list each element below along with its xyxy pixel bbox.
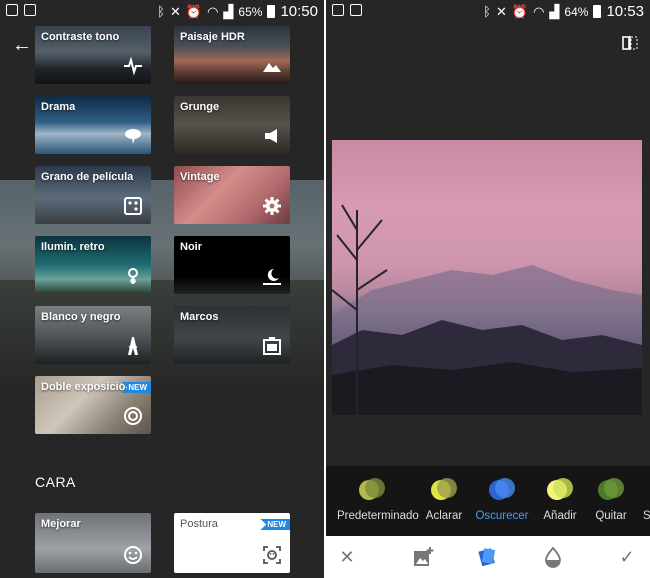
mute-icon: ✕ [495, 4, 507, 19]
blend-option-default[interactable]: Predeterminado [337, 478, 419, 522]
swatch-b [553, 478, 573, 498]
filter-tile-drama[interactable]: Drama [35, 96, 151, 154]
shop-icon [350, 4, 362, 16]
status-bar: ᛒ ✕ ⏰ ◠ ▟ 64% 10:53 [326, 0, 650, 22]
new-badge: NEW [260, 519, 290, 530]
add-image-icon[interactable] [412, 546, 434, 568]
photo-preview[interactable] [332, 140, 642, 415]
blend-option-partial[interactable]: S [615, 478, 650, 522]
alarm-icon: ⏰ [185, 4, 203, 19]
filter-tile-bw[interactable]: Blanco y negro [35, 306, 151, 364]
signal-icon: ▟ [223, 4, 234, 19]
alarm-icon: ⏰ [511, 4, 529, 19]
battery-percent: 65% [238, 4, 263, 19]
swatch-b [365, 478, 385, 498]
clock: 10:50 [280, 3, 318, 20]
confirm-check-icon[interactable]: ✓ [616, 546, 638, 568]
blend-swatch [431, 478, 457, 502]
battery-icon [593, 5, 602, 18]
filter-tile-retrolux[interactable]: Ilumin. retro [35, 236, 151, 294]
blend-mode-tray: Predeterminado Aclarar Oscurecer Añadir … [326, 466, 650, 536]
bluetooth-icon: ᛒ [483, 4, 491, 19]
wifi-icon: ◠ [207, 4, 219, 19]
opacity-drop-icon[interactable] [542, 546, 564, 568]
mountain-icon [263, 63, 281, 72]
bottom-toolbar: ✕ ✓ [326, 536, 650, 578]
mute-icon: ✕ [169, 4, 181, 19]
blend-swatch [547, 478, 573, 502]
filter-tile-pose[interactable]: Postura NEW [174, 513, 290, 573]
filter-label: Vintage [180, 171, 220, 183]
notification-icon [6, 4, 18, 16]
blend-option-label: Predeterminado [337, 510, 419, 522]
filter-tile-grunge[interactable]: Grunge [174, 96, 290, 154]
swatch-b [437, 478, 457, 498]
filter-tile-hdr[interactable]: Paisaje HDR [174, 26, 290, 84]
battery-icon [267, 5, 276, 18]
filter-label: Marcos [180, 311, 219, 323]
pulse-icon [124, 56, 142, 76]
smile-icon [124, 546, 142, 564]
clock: 10:53 [606, 3, 644, 20]
compare-icon[interactable] [622, 36, 638, 50]
megaphone-icon [265, 129, 277, 143]
filter-tile-enhance[interactable]: Mejorar [35, 513, 151, 573]
left-screen: ᛒ ✕ ⏰ ◠ ▟ 65% 10:50 ← Contraste tono Pai… [0, 0, 324, 578]
shop-icon [24, 4, 36, 16]
cloud-lightning-icon [125, 129, 141, 144]
status-bar: ᛒ ✕ ⏰ ◠ ▟ 65% 10:50 [0, 0, 324, 22]
filter-label: Drama [41, 101, 76, 113]
filter-tile-vintage[interactable]: Vintage [174, 166, 290, 224]
wifi-icon: ◠ [533, 4, 545, 19]
filter-label: Postura [180, 518, 218, 530]
battery-percent: 64% [564, 4, 589, 19]
moon-icon [263, 268, 281, 285]
filter-label: Paisaje HDR [180, 31, 245, 43]
close-icon[interactable]: ✕ [336, 546, 358, 568]
frame-icon [263, 337, 281, 355]
filter-label: Grunge [180, 101, 220, 113]
gallery-icon [332, 4, 344, 16]
filter-label: Mejorar [41, 518, 81, 530]
filter-label: Noir [180, 241, 202, 253]
gear-icon [263, 197, 281, 215]
filter-tile-noir[interactable]: Noir [174, 236, 290, 294]
filter-label: Contraste tono [41, 31, 120, 43]
back-arrow-icon[interactable]: ← [12, 34, 32, 57]
face-scan-icon [263, 546, 281, 564]
double-circle-icon [124, 407, 142, 425]
swatch-b [495, 478, 515, 498]
filter-label: Doble exposición [41, 381, 133, 393]
signal-icon: ▟ [549, 4, 560, 19]
bluetooth-icon: ᛒ [157, 4, 165, 19]
photo-landscape [332, 204, 642, 415]
filter-tile-contrast[interactable]: Contraste tono [35, 26, 151, 84]
filter-label: Blanco y negro [41, 311, 121, 323]
blend-option-label: S [643, 510, 650, 522]
section-title: CARA [35, 474, 76, 490]
pin-icon [128, 268, 138, 284]
blend-swatch [489, 478, 515, 502]
filter-tile-double-exposure[interactable]: Doble exposición NEW [35, 376, 151, 434]
dice-icon [124, 197, 142, 215]
eiffel-tower-icon [128, 337, 138, 355]
filter-tile-frames[interactable]: Marcos [174, 306, 290, 364]
blend-swatch [359, 478, 385, 502]
blend-mode-icon[interactable] [476, 546, 498, 568]
filter-tile-grain[interactable]: Grano de película [35, 166, 151, 224]
filter-label: Grano de película [41, 171, 134, 183]
filter-label: Ilumin. retro [41, 241, 105, 253]
right-screen: ᛒ ✕ ⏰ ◠ ▟ 64% 10:53 Predeterminado Aclar… [326, 0, 650, 578]
